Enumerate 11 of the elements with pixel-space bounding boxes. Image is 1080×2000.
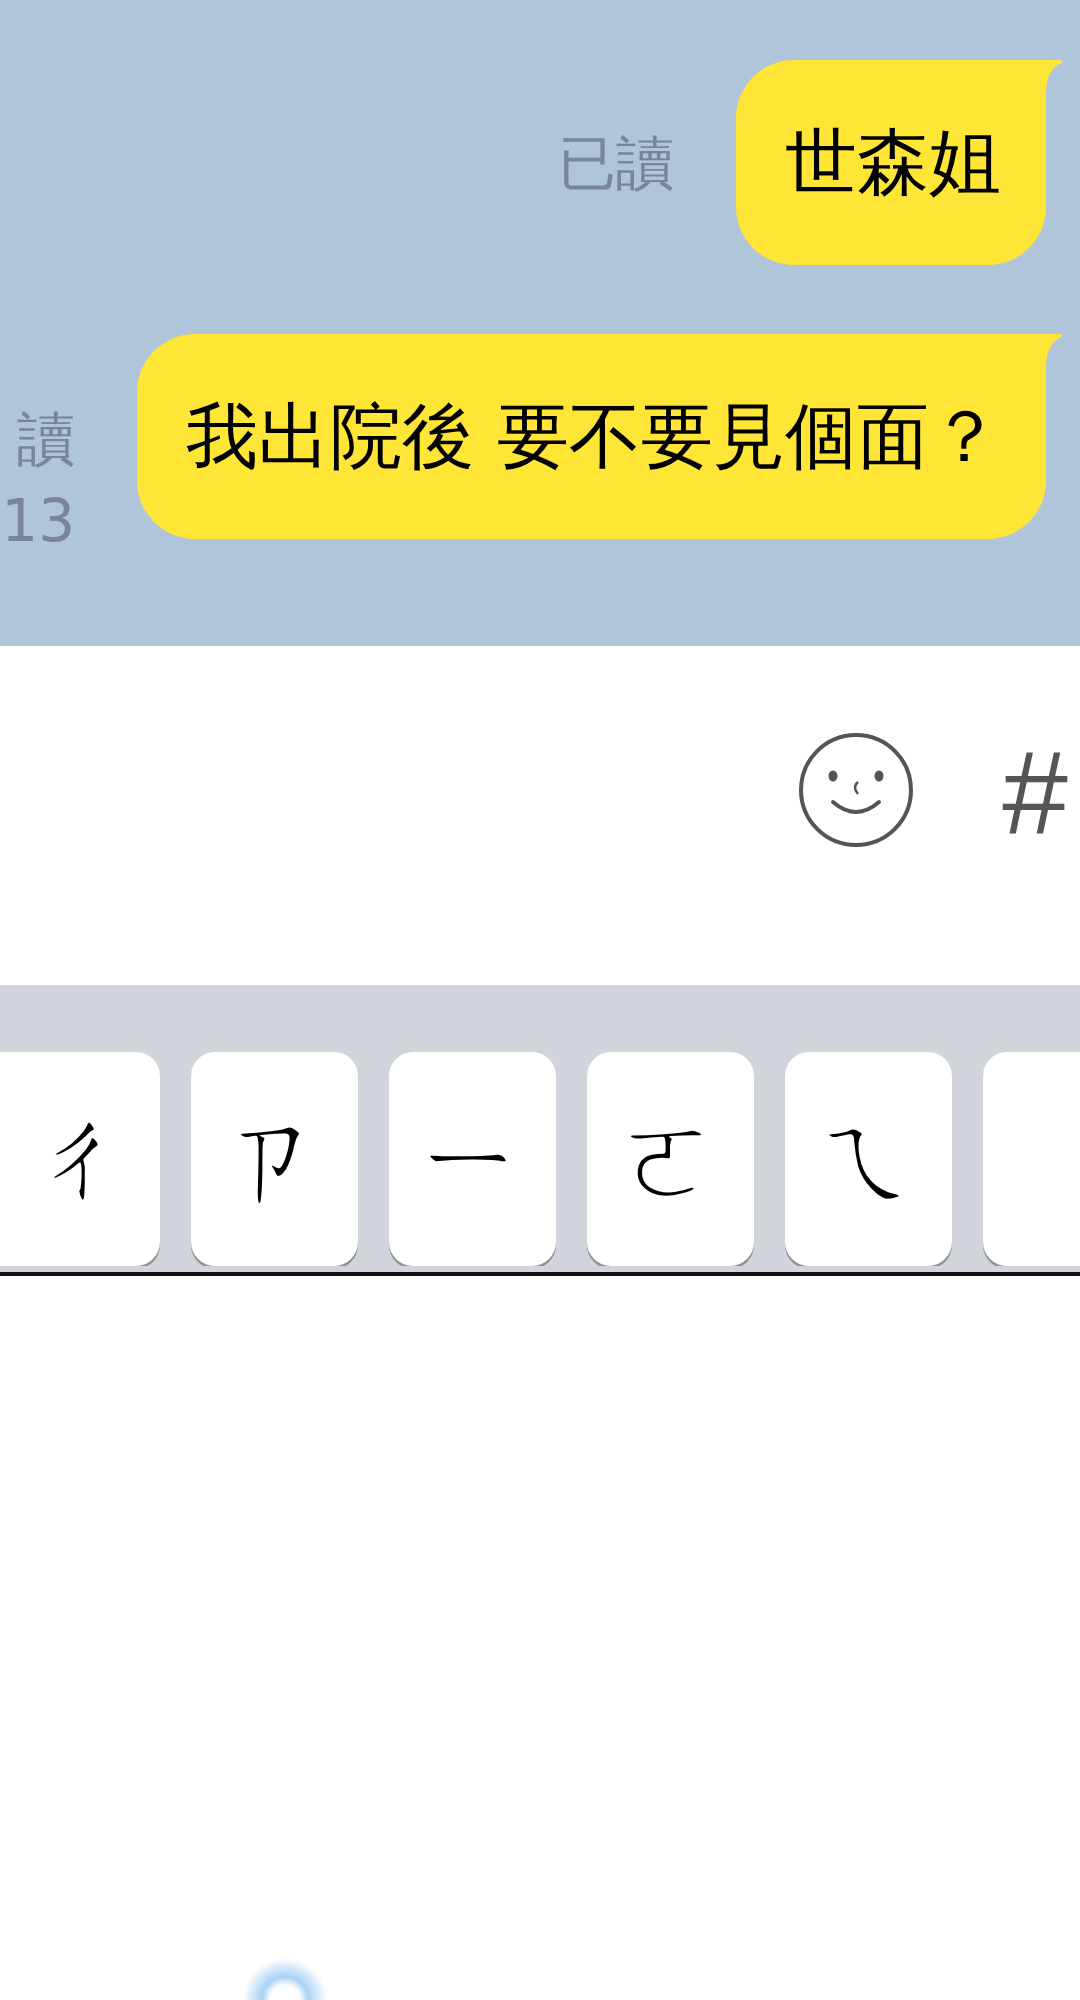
smiley-icon[interactable] [798, 732, 915, 848]
keyboard-key[interactable]: ㄔ [0, 1052, 160, 1266]
glow-icon [243, 1958, 327, 2000]
keyboard-key[interactable]: ㄟ [785, 1052, 952, 1266]
message-time: 13 [1, 486, 76, 557]
keyboard-key[interactable]: ㄛ [587, 1052, 754, 1266]
keyboard-key[interactable]: ㄧ [389, 1052, 556, 1266]
read-status: 讀 [17, 404, 76, 475]
read-status: 已讀 [558, 127, 674, 199]
keyboard-key[interactable]: ㄗ [191, 1052, 358, 1266]
hash-button[interactable]: # [1002, 734, 1068, 852]
